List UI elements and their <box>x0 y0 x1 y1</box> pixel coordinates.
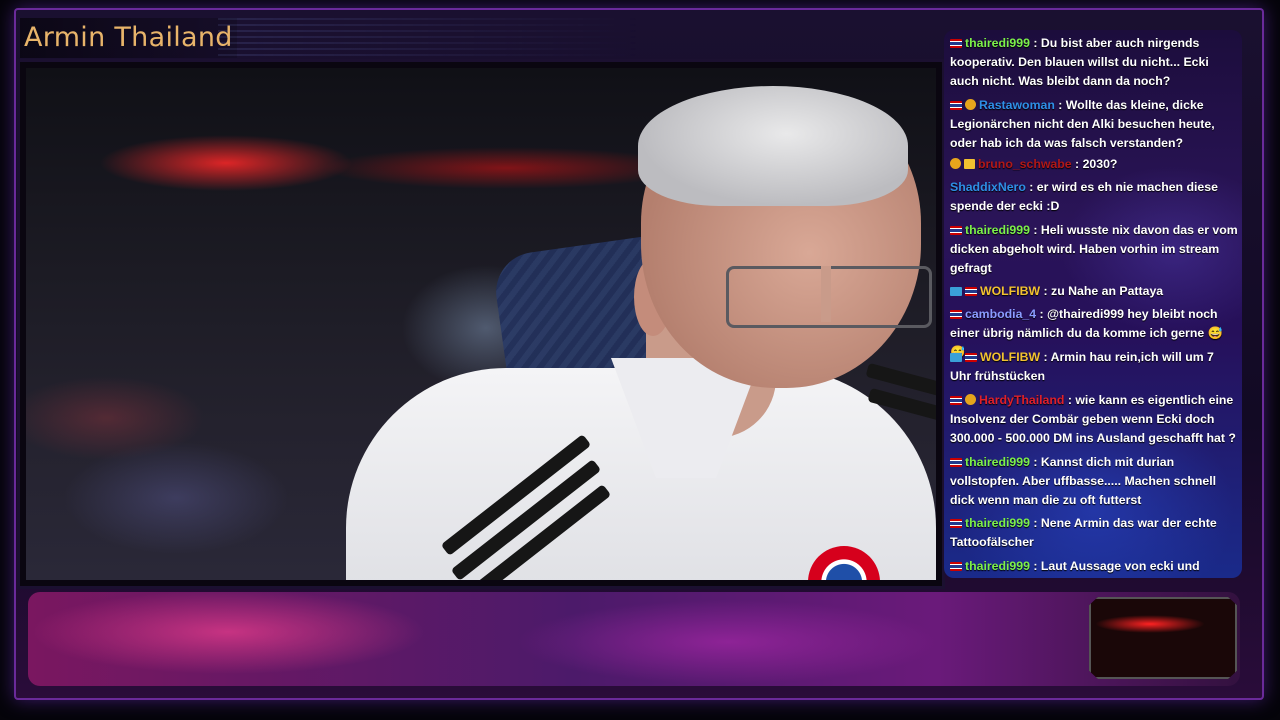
chat-text: zu Nahe an Pattaya <box>1051 284 1164 298</box>
prime-badge-icon <box>950 287 962 296</box>
chat-separator: : <box>1064 393 1076 407</box>
chat-message: HardyThailand : wie kann es eigentlich e… <box>950 391 1238 448</box>
flag-badge-icon <box>950 562 962 571</box>
flag-badge-icon <box>950 39 962 48</box>
chat-message: WOLFIBW : zu Nahe an Pattaya <box>950 282 1238 301</box>
chat-username[interactable]: WOLFIBW <box>980 284 1040 298</box>
chat-message: Rastawoman : Wollte das kleine, dicke Le… <box>950 96 1238 153</box>
coin-badge-icon <box>950 158 961 169</box>
chat-message: ShaddixNero : er wird es eh nie machen d… <box>950 178 1238 216</box>
chat-username[interactable]: thairedi999 <box>965 223 1030 237</box>
flag-badge-icon <box>965 287 977 296</box>
chat-message: thairedi999 : Du bist aber auch nirgends… <box>950 34 1238 91</box>
chat-separator: : <box>1029 455 1041 469</box>
coin-badge-icon <box>965 99 976 110</box>
chat-separator: : <box>1040 350 1051 364</box>
chat-separator: : <box>1071 157 1083 171</box>
flag-badge-icon <box>950 458 962 467</box>
chat-separator: : <box>1029 36 1041 50</box>
chat-username[interactable]: WOLFIBW <box>980 350 1040 364</box>
chat-username[interactable]: thairedi999 <box>965 36 1030 50</box>
chat-username[interactable]: thairedi999 <box>965 455 1030 469</box>
flag-badge-icon <box>950 519 962 528</box>
coin-badge-icon <box>965 394 976 405</box>
glasses <box>726 266 932 328</box>
chat-panel[interactable]: thairedi999 : Du bist aber auch nirgends… <box>944 30 1242 578</box>
chat-message: thairedi999 : Nene Armin das war der ech… <box>950 514 1238 552</box>
flag-badge-icon <box>950 101 962 110</box>
chat-separator: : <box>1040 284 1052 298</box>
webcam-video <box>26 68 936 580</box>
stream-title: Armin Thailand <box>20 18 237 58</box>
chat-username[interactable]: thairedi999 <box>965 516 1030 530</box>
flag-badge-icon <box>950 226 962 235</box>
chat-separator: : <box>1054 98 1066 112</box>
chat-message: thairedi999 : Laut Aussage von ecki und … <box>950 557 1238 578</box>
flag-badge-icon <box>950 310 962 319</box>
secondary-camera <box>1089 597 1237 679</box>
chat-separator: : <box>1029 516 1041 530</box>
chat-text: 2030? <box>1082 157 1118 171</box>
chat-username[interactable]: Rastawoman <box>979 98 1055 112</box>
chat-message: bruno_schwabe : 2030? <box>950 155 1238 174</box>
chat-username[interactable]: cambodia_4 <box>965 307 1036 321</box>
chat-message: thairedi999 : Kannst dich mit durian vol… <box>950 453 1238 510</box>
chat-separator: : <box>1029 559 1041 573</box>
bottom-banner <box>28 592 1240 686</box>
prime-badge-icon <box>950 353 962 362</box>
chat-username[interactable]: HardyThailand <box>979 393 1064 407</box>
chat-separator: : <box>1025 180 1037 194</box>
flag-badge-icon <box>950 396 962 405</box>
chat-separator: : <box>1029 223 1041 237</box>
flag-badge-icon <box>965 353 977 362</box>
chat-username[interactable]: ShaddixNero <box>950 180 1026 194</box>
chat-separator: : <box>1036 307 1048 321</box>
crown-badge-icon <box>964 159 975 169</box>
chat-username[interactable]: bruno_schwabe <box>978 157 1072 171</box>
chat-username[interactable]: thairedi999 <box>965 559 1030 573</box>
chat-message: thairedi999 : Heli wusste nix davon das … <box>950 221 1238 278</box>
hair <box>638 86 908 206</box>
title-decoration <box>218 18 638 58</box>
chat-message: WOLFIBW : Armin hau rein,ich will um 7 U… <box>950 348 1238 386</box>
